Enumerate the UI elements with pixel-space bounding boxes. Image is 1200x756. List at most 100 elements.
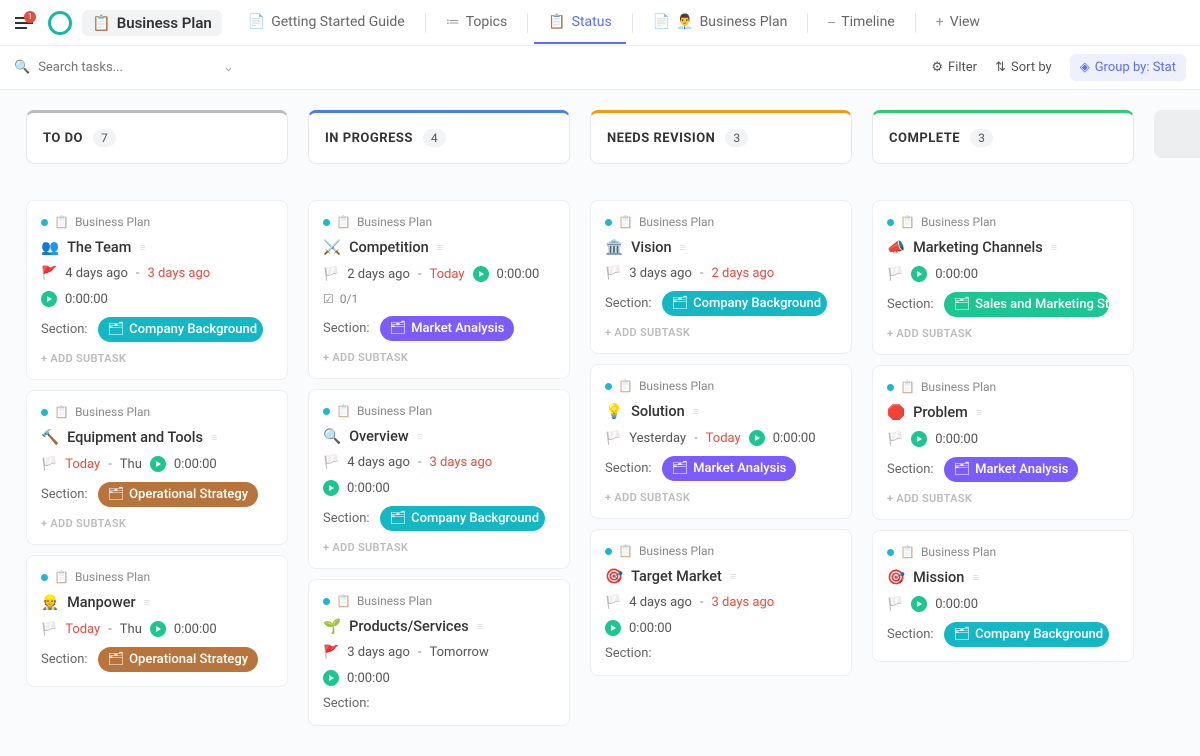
section-pill[interactable]: 🗂Company Background bbox=[98, 317, 263, 342]
topbar: 1 📋 Business Plan 📄Getting Started Guide… bbox=[0, 0, 1200, 46]
task-card[interactable]: 📋Business Plan 🏛️Vision≡ 🏳️ 3 days ago -… bbox=[590, 200, 852, 354]
tab-icon: ⎯ bbox=[828, 14, 835, 30]
menu-button[interactable]: 1 bbox=[10, 9, 38, 37]
task-card[interactable]: 📋Business Plan 🔍Overview≡ 🏳️ 4 days ago … bbox=[308, 389, 570, 569]
play-icon[interactable] bbox=[323, 670, 339, 686]
column-header[interactable]: NEEDS REVISION 3 bbox=[590, 110, 852, 164]
play-icon[interactable] bbox=[911, 596, 927, 612]
drag-icon[interactable]: ≡ bbox=[417, 430, 423, 443]
tab-timeline[interactable]: ⎯Timeline bbox=[814, 2, 908, 44]
card-dates: 🚩 4 days ago - 3 days ago bbox=[41, 266, 273, 281]
tab-topics[interactable]: ≔Topics bbox=[432, 2, 521, 44]
task-card[interactable]: 📋Business Plan 🎯Target Market≡ 🏳️ 4 days… bbox=[590, 529, 852, 676]
section-label: Section: bbox=[605, 461, 652, 476]
card-title[interactable]: 🎯Mission≡ bbox=[887, 569, 1119, 586]
play-icon[interactable] bbox=[605, 620, 621, 636]
card-title[interactable]: 🏛️Vision≡ bbox=[605, 239, 837, 256]
card-title[interactable]: 🌱Products/Services≡ bbox=[323, 618, 555, 635]
add-subtask-button[interactable]: + ADD SUBTASK bbox=[41, 352, 273, 365]
drag-icon[interactable]: ≡ bbox=[693, 405, 699, 418]
play-icon[interactable] bbox=[911, 266, 927, 282]
task-card[interactable]: 📋Business Plan 🌱Products/Services≡ 🚩 3 d… bbox=[308, 579, 570, 726]
drag-icon[interactable]: ≡ bbox=[976, 406, 982, 419]
play-icon[interactable] bbox=[323, 480, 339, 496]
tab-status[interactable]: 📋Status bbox=[534, 2, 625, 44]
section-pill[interactable]: 🗂Market Analysis bbox=[944, 457, 1079, 482]
drag-icon[interactable]: ≡ bbox=[730, 570, 736, 583]
add-subtask-button[interactable]: + ADD SUBTASK bbox=[605, 491, 837, 504]
drag-icon[interactable]: ≡ bbox=[211, 431, 217, 444]
column-header[interactable]: IN PROGRESS 4 bbox=[308, 110, 570, 164]
column-header[interactable]: TO DO 7 bbox=[26, 110, 288, 164]
logo-icon[interactable] bbox=[48, 11, 72, 35]
add-subtask-button[interactable]: + ADD SUBTASK bbox=[323, 541, 555, 554]
search-input[interactable] bbox=[38, 60, 215, 75]
add-column-placeholder[interactable] bbox=[1154, 110, 1200, 158]
tab-business-plan[interactable]: 📄👨‍💼Business Plan bbox=[639, 2, 802, 44]
search-box[interactable]: 🔍 ⌄ bbox=[14, 60, 234, 75]
workspace-emoji: 📋 bbox=[92, 14, 111, 32]
flag-icon: 🏳️ bbox=[605, 431, 621, 446]
card-emoji: 👥 bbox=[41, 239, 59, 256]
play-icon[interactable] bbox=[911, 431, 927, 447]
add-subtask-button[interactable]: + ADD SUBTASK bbox=[887, 327, 1119, 340]
drag-icon[interactable]: ≡ bbox=[1051, 241, 1057, 254]
section-pill[interactable]: 🗂Operational Strategy bbox=[98, 482, 259, 507]
card-title[interactable]: 💡Solution≡ bbox=[605, 403, 837, 420]
section-pill[interactable]: 🗂Operational Strategy bbox=[98, 647, 259, 672]
drag-icon[interactable]: ≡ bbox=[972, 571, 978, 584]
card-title[interactable]: 🛑Problem≡ bbox=[887, 404, 1119, 421]
section-label: Section: bbox=[887, 627, 934, 642]
add-subtask-button[interactable]: + ADD SUBTASK bbox=[41, 517, 273, 530]
filter-button[interactable]: ⚙Filter bbox=[931, 60, 977, 75]
card-emoji: 💡 bbox=[605, 403, 623, 420]
task-card[interactable]: 📋Business Plan 🎯Mission≡ 🏳️0:00:00 Secti… bbox=[872, 530, 1134, 662]
section-pill[interactable]: 🗂Company Background bbox=[380, 506, 545, 531]
card-dates: 🏳️ Yesterday - Today 0:00:00 bbox=[605, 430, 837, 446]
card-title[interactable]: 👥The Team≡ bbox=[41, 239, 273, 256]
pill-icon: 🗂 bbox=[672, 461, 689, 476]
column-header[interactable]: COMPLETE 3 bbox=[872, 110, 1134, 164]
card-title[interactable]: 🎯Target Market≡ bbox=[605, 568, 837, 585]
tab-view[interactable]: +View bbox=[922, 2, 994, 44]
task-card[interactable]: 📋Business Plan 📣Marketing Channels≡ 🏳️0:… bbox=[872, 200, 1134, 355]
group-by-button[interactable]: ◈Group by: Stat bbox=[1070, 54, 1186, 81]
add-subtask-button[interactable]: + ADD SUBTASK bbox=[887, 492, 1119, 505]
task-card[interactable]: 📋Business Plan 👷Manpower≡ 🏳️ Today - Thu… bbox=[26, 555, 288, 687]
task-card[interactable]: 📋Business Plan 🛑Problem≡ 🏳️0:00:00 Secti… bbox=[872, 365, 1134, 520]
drag-icon[interactable]: ≡ bbox=[437, 241, 443, 254]
section-pill[interactable]: 🗂Company Background bbox=[944, 622, 1109, 647]
card-title[interactable]: 📣Marketing Channels≡ bbox=[887, 239, 1119, 256]
section-pill[interactable]: 🗂Market Analysis bbox=[662, 456, 797, 481]
sort-button[interactable]: ⇅Sort by bbox=[995, 60, 1052, 75]
column-count: 7 bbox=[93, 129, 116, 147]
card-title[interactable]: 🔍Overview≡ bbox=[323, 428, 555, 445]
task-card[interactable]: 📋Business Plan ⚔️Competition≡ 🏳️ 2 days … bbox=[308, 200, 570, 379]
drag-icon[interactable]: ≡ bbox=[477, 620, 483, 633]
chevron-down-icon[interactable]: ⌄ bbox=[223, 60, 234, 75]
card-title[interactable]: 👷Manpower≡ bbox=[41, 594, 273, 611]
drag-icon[interactable]: ≡ bbox=[139, 241, 145, 254]
section-pill[interactable]: 🗂Company Background bbox=[662, 291, 827, 316]
card-title[interactable]: 🔨Equipment and Tools≡ bbox=[41, 429, 273, 446]
section-pill[interactable]: 🗂Market Analysis bbox=[380, 316, 515, 341]
workspace-title[interactable]: 📋 Business Plan bbox=[82, 10, 222, 36]
tab-getting-started-guide[interactable]: 📄Getting Started Guide bbox=[234, 2, 419, 44]
card-breadcrumb: 📋Business Plan bbox=[887, 380, 1119, 394]
task-card[interactable]: 📋Business Plan 🔨Equipment and Tools≡ 🏳️ … bbox=[26, 390, 288, 545]
drag-icon[interactable]: ≡ bbox=[144, 596, 150, 609]
play-icon[interactable] bbox=[473, 266, 489, 282]
add-subtask-button[interactable]: + ADD SUBTASK bbox=[605, 326, 837, 339]
task-card[interactable]: 📋Business Plan 💡Solution≡ 🏳️ Yesterday -… bbox=[590, 364, 852, 519]
task-card[interactable]: 📋Business Plan 👥The Team≡ 🚩 4 days ago -… bbox=[26, 200, 288, 380]
card-title[interactable]: ⚔️Competition≡ bbox=[323, 239, 555, 256]
section-pill[interactable]: 🗂Sales and Marketing Str... bbox=[944, 292, 1109, 317]
add-subtask-button[interactable]: + ADD SUBTASK bbox=[323, 351, 555, 364]
play-icon[interactable] bbox=[150, 621, 166, 637]
drag-icon[interactable]: ≡ bbox=[680, 241, 686, 254]
play-icon[interactable] bbox=[150, 456, 166, 472]
play-icon[interactable] bbox=[749, 430, 765, 446]
play-icon[interactable] bbox=[41, 291, 57, 307]
flag-icon: 🏳️ bbox=[605, 266, 621, 281]
tab-icon: ≔ bbox=[446, 14, 460, 30]
